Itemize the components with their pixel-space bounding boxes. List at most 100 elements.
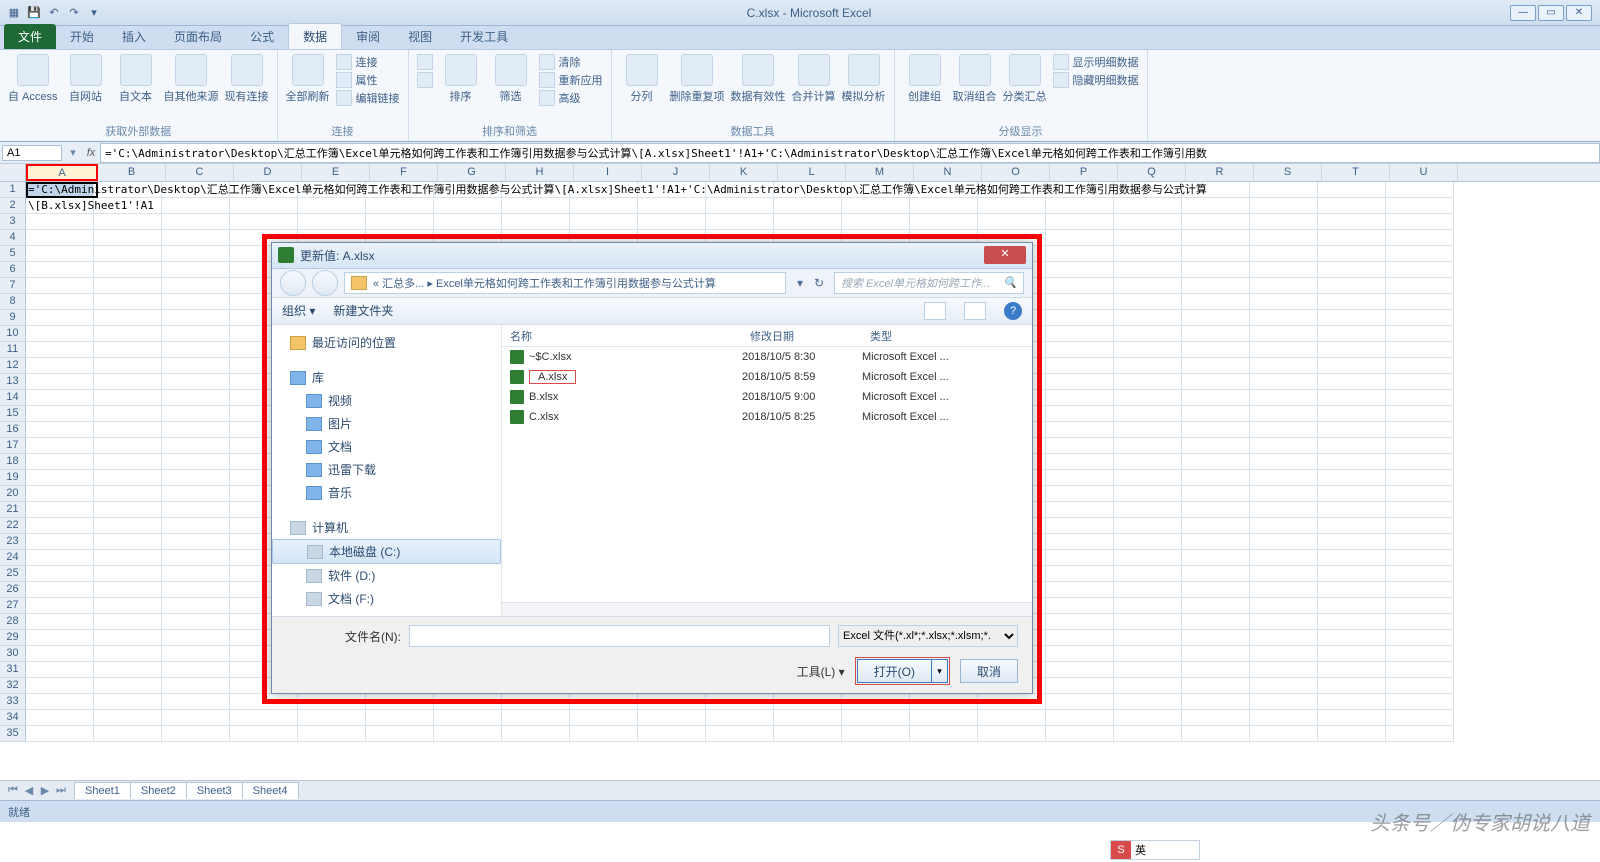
row-header[interactable]: 23: [0, 534, 26, 550]
existing-conn-button[interactable]: 现有连接: [225, 54, 269, 104]
cell[interactable]: [298, 198, 366, 214]
cell[interactable]: [1318, 470, 1386, 486]
cell[interactable]: [570, 198, 638, 214]
cell[interactable]: [1046, 214, 1114, 230]
row-header[interactable]: 29: [0, 630, 26, 646]
col-header[interactable]: R: [1186, 164, 1254, 181]
cell[interactable]: [1250, 470, 1318, 486]
cell[interactable]: [26, 598, 94, 614]
cell[interactable]: [298, 214, 366, 230]
cell[interactable]: [1114, 534, 1182, 550]
cell[interactable]: [94, 406, 162, 422]
cell[interactable]: [1046, 294, 1114, 310]
from-other-button[interactable]: 自其他来源: [164, 54, 219, 104]
cell[interactable]: [910, 198, 978, 214]
formula-input[interactable]: ='C:\Administrator\Desktop\汇总工作簿\Excel单元…: [100, 143, 1600, 163]
side-library[interactable]: 库: [272, 366, 501, 389]
cell[interactable]: [298, 710, 366, 726]
cell[interactable]: [162, 278, 230, 294]
col-header[interactable]: L: [778, 164, 846, 181]
cell[interactable]: [26, 470, 94, 486]
cell[interactable]: [1046, 550, 1114, 566]
cell[interactable]: [26, 230, 94, 246]
breadcrumb-path[interactable]: « 汇总多... ▸ Excel单元格如何跨工作表和工作簿引用数据参与公式计算: [344, 272, 786, 294]
cell[interactable]: [570, 214, 638, 230]
side-documents[interactable]: 文档: [272, 435, 501, 458]
cell[interactable]: [1250, 294, 1318, 310]
row-header[interactable]: 28: [0, 614, 26, 630]
cell[interactable]: [1182, 294, 1250, 310]
advanced-button[interactable]: 高级: [539, 90, 603, 106]
cell[interactable]: [1046, 246, 1114, 262]
cell[interactable]: [706, 214, 774, 230]
from-access-button[interactable]: 自 Access: [8, 54, 58, 104]
sheet-nav-prev-icon[interactable]: ◀: [22, 784, 36, 797]
cell[interactable]: [1046, 262, 1114, 278]
cell[interactable]: [1182, 582, 1250, 598]
cell[interactable]: [1046, 438, 1114, 454]
cell[interactable]: [706, 198, 774, 214]
ime-indicator[interactable]: S英: [1110, 840, 1200, 860]
cell[interactable]: [26, 454, 94, 470]
cell[interactable]: [1046, 534, 1114, 550]
open-dropdown-icon[interactable]: ▾: [932, 659, 948, 683]
cell[interactable]: [1250, 358, 1318, 374]
cell[interactable]: [1114, 566, 1182, 582]
cell[interactable]: [638, 198, 706, 214]
cell[interactable]: [1114, 470, 1182, 486]
cell[interactable]: [1114, 614, 1182, 630]
cell[interactable]: [1250, 614, 1318, 630]
cell[interactable]: [1318, 646, 1386, 662]
cell[interactable]: [26, 342, 94, 358]
row-header[interactable]: 6: [0, 262, 26, 278]
cell[interactable]: [1046, 566, 1114, 582]
cell[interactable]: [366, 198, 434, 214]
col-header[interactable]: I: [574, 164, 642, 181]
tab-file[interactable]: 文件: [4, 24, 56, 49]
row-header[interactable]: 33: [0, 694, 26, 710]
cell[interactable]: [1114, 502, 1182, 518]
properties-button[interactable]: 属性: [336, 72, 400, 88]
cell[interactable]: [1250, 326, 1318, 342]
cell[interactable]: [26, 278, 94, 294]
cell[interactable]: [26, 262, 94, 278]
col-header[interactable]: J: [642, 164, 710, 181]
cell[interactable]: [162, 710, 230, 726]
cell[interactable]: [26, 246, 94, 262]
save-icon[interactable]: 💾: [26, 5, 42, 21]
cell[interactable]: [1318, 518, 1386, 534]
cell[interactable]: [1046, 230, 1114, 246]
row-header[interactable]: 20: [0, 486, 26, 502]
cell[interactable]: [162, 326, 230, 342]
row-header[interactable]: 9: [0, 310, 26, 326]
cell[interactable]: [1046, 694, 1114, 710]
cell[interactable]: [94, 422, 162, 438]
dialog-close-button[interactable]: ✕: [984, 246, 1026, 264]
cell[interactable]: [94, 470, 162, 486]
cell[interactable]: [1182, 710, 1250, 726]
cell[interactable]: [1046, 390, 1114, 406]
cell[interactable]: [26, 726, 94, 742]
cell[interactable]: [1046, 726, 1114, 742]
consolidate-button[interactable]: 合并计算: [792, 54, 836, 104]
cell[interactable]: [1318, 246, 1386, 262]
ungroup-button[interactable]: 取消组合: [953, 54, 997, 104]
cell[interactable]: [1250, 182, 1318, 198]
row-header[interactable]: 32: [0, 678, 26, 694]
row-header[interactable]: 22: [0, 518, 26, 534]
tab-formulas[interactable]: 公式: [236, 24, 288, 49]
cell[interactable]: [1114, 662, 1182, 678]
cell[interactable]: [1250, 214, 1318, 230]
cell[interactable]: [1046, 374, 1114, 390]
cell[interactable]: [1182, 726, 1250, 742]
cell[interactable]: [1386, 278, 1454, 294]
row-header[interactable]: 14: [0, 390, 26, 406]
col-header[interactable]: D: [234, 164, 302, 181]
cell[interactable]: [1182, 678, 1250, 694]
hide-detail-button[interactable]: 隐藏明细数据: [1053, 72, 1139, 88]
cell[interactable]: [1250, 230, 1318, 246]
cell[interactable]: [162, 454, 230, 470]
cell[interactable]: [1046, 326, 1114, 342]
cell[interactable]: [1046, 598, 1114, 614]
cell[interactable]: [1182, 358, 1250, 374]
